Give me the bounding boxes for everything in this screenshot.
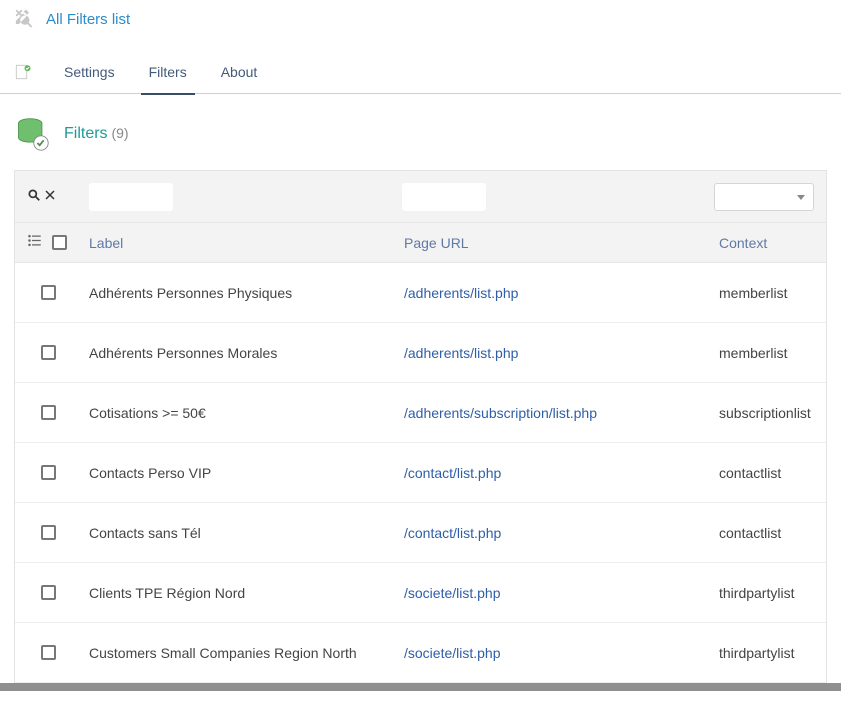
section-count: (9) <box>111 125 128 141</box>
row-url-link[interactable]: /societe/list.php <box>404 585 501 601</box>
row-url-link[interactable]: /societe/list.php <box>404 645 501 661</box>
tab-about[interactable]: About <box>219 50 260 94</box>
row-label: Adhérents Personnes Morales <box>89 345 404 361</box>
row-url-link[interactable]: /adherents/list.php <box>404 345 518 361</box>
column-header-url[interactable]: Page URL <box>404 235 719 251</box>
row-context: memberlist <box>719 285 814 301</box>
row-label: Customers Small Companies Region North <box>89 645 404 661</box>
tabs-bar: Settings Filters About <box>0 50 841 94</box>
table-row: Adhérents Personnes Morales/adherents/li… <box>15 323 826 383</box>
row-checkbox[interactable] <box>41 345 56 360</box>
filter-url-input[interactable] <box>402 183 486 211</box>
row-url-link[interactable]: /adherents/subscription/list.php <box>404 405 597 421</box>
clear-icon[interactable] <box>44 188 56 205</box>
tools-icon <box>14 8 36 30</box>
tab-settings[interactable]: Settings <box>62 50 117 94</box>
table-row: Customers Small Companies Region North/s… <box>15 623 826 683</box>
filters-table: Label Page URL Context Adhérents Personn… <box>14 170 827 683</box>
table-filter-row <box>15 171 826 223</box>
row-checkbox[interactable] <box>41 405 56 420</box>
row-context: contactlist <box>719 525 814 541</box>
table-row: Clients TPE Région Nord/societe/list.php… <box>15 563 826 623</box>
row-label: Contacts Perso VIP <box>89 465 404 481</box>
column-header-context[interactable]: Context <box>719 235 814 251</box>
breadcrumb: All Filters list <box>0 0 841 36</box>
page-title: All Filters list <box>46 11 130 28</box>
row-label: Clients TPE Région Nord <box>89 585 404 601</box>
table-row: Adhérents Personnes Physiques/adherents/… <box>15 263 826 323</box>
bottom-strip <box>0 683 841 691</box>
row-url-link[interactable]: /contact/list.php <box>404 465 501 481</box>
table-row: Cotisations >= 50€/adherents/subscriptio… <box>15 383 826 443</box>
row-checkbox[interactable] <box>41 525 56 540</box>
module-icon <box>14 63 32 81</box>
section-title: Filters <box>64 125 108 142</box>
row-checkbox[interactable] <box>41 585 56 600</box>
row-context: contactlist <box>719 465 814 481</box>
column-header-label[interactable]: Label <box>89 235 404 251</box>
row-label: Cotisations >= 50€ <box>89 405 404 421</box>
list-columns-icon[interactable] <box>27 233 42 252</box>
table-header-row: Label Page URL Context <box>15 223 826 263</box>
table-row: Contacts Perso VIP/contact/list.php conta… <box>15 443 826 503</box>
filter-label-input[interactable] <box>89 183 173 211</box>
select-all-checkbox[interactable] <box>52 235 67 250</box>
search-icon[interactable] <box>27 188 41 206</box>
row-url-link[interactable]: /contact/list.php <box>404 525 501 541</box>
row-label: Contacts sans Tél <box>89 525 404 541</box>
row-label: Adhérents Personnes Physiques <box>89 285 404 301</box>
section-header: Filters (9) <box>0 94 841 170</box>
row-url-link[interactable]: /adherents/list.php <box>404 285 518 301</box>
filter-context-select[interactable] <box>714 183 814 211</box>
table-row: Contacts sans Tél/contact/list.php contac… <box>15 503 826 563</box>
row-context: subscriptionlist <box>719 405 814 421</box>
database-check-icon <box>14 116 50 152</box>
tab-filters[interactable]: Filters <box>147 50 189 94</box>
row-context: thirdpartylist <box>719 645 814 661</box>
row-checkbox[interactable] <box>41 465 56 480</box>
row-checkbox[interactable] <box>41 285 56 300</box>
row-context: memberlist <box>719 345 814 361</box>
row-checkbox[interactable] <box>41 645 56 660</box>
row-context: thirdpartylist <box>719 585 814 601</box>
